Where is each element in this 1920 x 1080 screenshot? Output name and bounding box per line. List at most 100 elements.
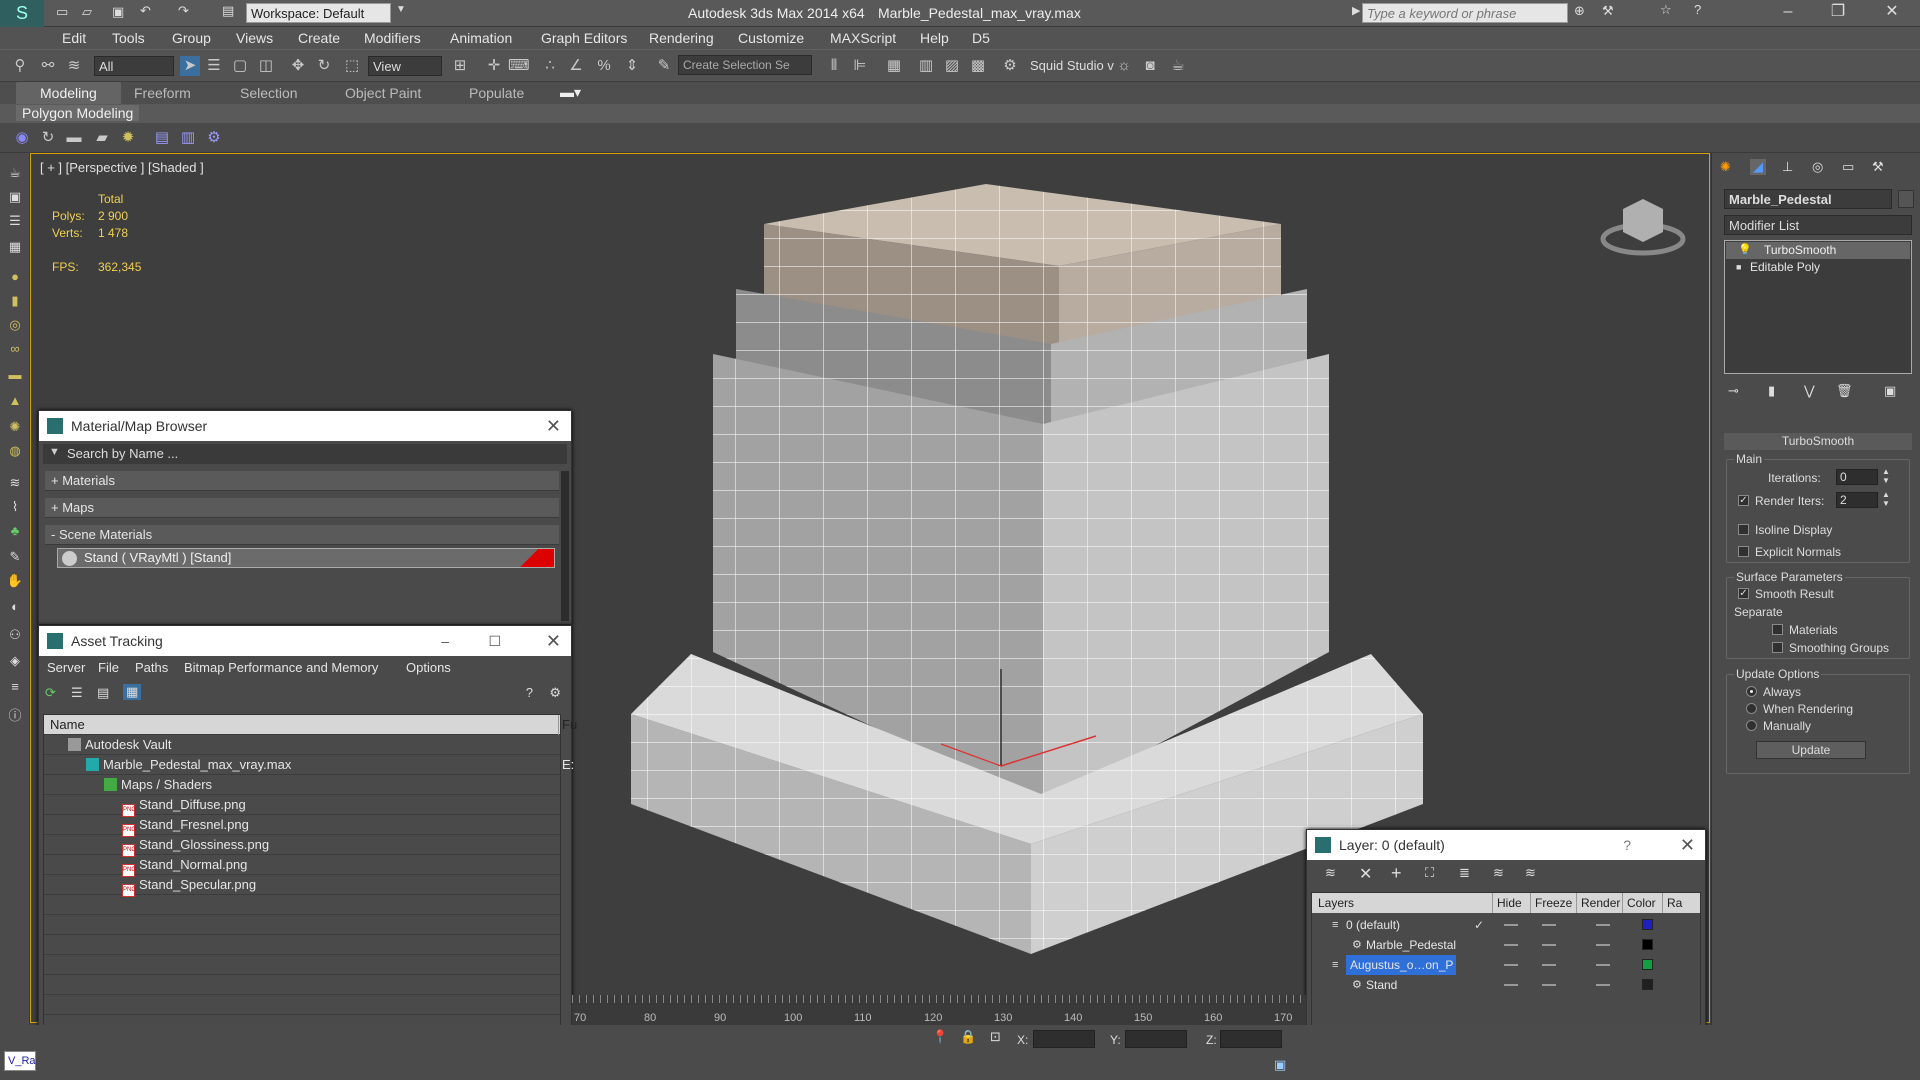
asset-row[interactable]: Autodesk Vault [44, 735, 560, 755]
magnet-icon[interactable]: ◐ [6, 599, 24, 617]
asset-help-icon[interactable]: ? [526, 685, 533, 700]
asset-thumbnail-icon[interactable]: ▤ [97, 685, 109, 701]
freeze-toggle[interactable] [1542, 964, 1556, 966]
hierarchy-tab-icon[interactable]: ⊥ [1782, 159, 1793, 175]
layer-row[interactable]: ⚙ Stand [1316, 975, 1696, 995]
curve-editor-icon[interactable]: ▨ [942, 56, 962, 76]
rect-selection-icon[interactable]: ▢ [230, 56, 250, 76]
script-icon[interactable]: ◈ [6, 653, 24, 671]
selection-filter-select[interactable]: All [94, 56, 174, 76]
col-freeze[interactable]: Freeze [1530, 893, 1572, 913]
asset-row[interactable]: Maps / Shaders [44, 775, 560, 795]
tab-selection[interactable]: Selection [240, 85, 298, 101]
render-iters-spinner[interactable]: 2 [1836, 492, 1878, 508]
asset-row[interactable]: Marble_Pedestal_max_vray.max E: [44, 755, 574, 775]
scene-material-item[interactable]: Stand ( VRayMtl ) [Stand] [57, 548, 555, 568]
schematic-view-icon[interactable]: ▩ [968, 56, 988, 76]
active-layer-check-icon[interactable]: ✓ [1474, 915, 1484, 935]
layer-help-button[interactable]: ? [1623, 830, 1631, 860]
snap-icon[interactable]: ∴ [540, 56, 560, 76]
layer-row[interactable]: ≡ 0 (default) ✓ [1316, 915, 1696, 935]
chevron-down-icon[interactable]: ▼ [396, 4, 406, 15]
menu-file[interactable]: File [98, 660, 119, 675]
make-unique-icon[interactable]: ⋁ [1804, 383, 1815, 399]
hand-icon[interactable]: ✋ [6, 573, 24, 591]
ribbon-options-icon[interactable]: ▬▾ [560, 84, 581, 101]
align-icon[interactable]: ⊫ [850, 56, 870, 76]
modifier-turbosmooth[interactable]: 💡 TurboSmooth [1726, 242, 1910, 259]
sun-icon[interactable]: ✺ [6, 419, 24, 437]
minimize-button[interactable]: – [1768, 0, 1808, 26]
window-crossing-icon[interactable]: ◫ [256, 56, 276, 76]
info-icon[interactable]: ⓘ [6, 705, 24, 723]
spinner-arrows-icon[interactable]: ▲ ▼ [1882, 467, 1890, 485]
scene-materials-section[interactable]: - Scene Materials [45, 525, 559, 545]
menu-rendering[interactable]: Rendering [649, 30, 714, 46]
menu-options[interactable]: Options [406, 660, 451, 675]
asset-row[interactable]: PNG Stand_Diffuse.png [44, 795, 560, 817]
tab-object-paint[interactable]: Object Paint [345, 85, 421, 101]
modifier-editable-poly[interactable]: ■ Editable Poly [1726, 259, 1910, 276]
knot-icon[interactable]: ∞ [6, 341, 24, 359]
smoothing-groups-checkbox[interactable] [1772, 642, 1783, 653]
pin-stack-icon[interactable]: ⊸ [1728, 383, 1739, 399]
col-name[interactable]: Name [50, 715, 85, 735]
freeze-toggle[interactable] [1542, 944, 1556, 946]
settings-gear-icon[interactable]: ⚙ [204, 128, 224, 148]
edit-named-sets-icon[interactable]: ✎ [654, 56, 674, 76]
configure-modifier-icon[interactable]: ▣ [1884, 383, 1896, 399]
render-toggle[interactable] [1596, 924, 1610, 926]
grid-icon[interactable]: ▦ [6, 239, 24, 257]
material-browser-close-icon[interactable]: ✕ [546, 411, 561, 441]
sphere-icon[interactable]: ● [6, 269, 24, 287]
render-icon[interactable]: ☕ [1168, 56, 1188, 76]
menu-help[interactable]: Help [920, 30, 949, 46]
hide-all-icon[interactable]: ≋ [1493, 865, 1504, 881]
scale-icon[interactable]: ⬚ [342, 56, 362, 76]
render-toggle[interactable] [1596, 984, 1610, 986]
menu-edit[interactable]: Edit [62, 30, 86, 46]
help-icon[interactable]: ? [1694, 2, 1701, 17]
move-icon[interactable]: ✥ [288, 56, 308, 76]
col-radiosity[interactable]: Ra [1662, 893, 1682, 913]
hide-toggle[interactable] [1504, 944, 1518, 946]
redo-icon[interactable]: ↷ [178, 3, 189, 19]
modify-tab-icon[interactable]: ◢ [1750, 159, 1766, 175]
squid-studio-label[interactable]: Squid Studio v [1030, 58, 1114, 73]
camera-icon[interactable]: ▬ [64, 128, 84, 148]
menu-server[interactable]: Server [47, 660, 85, 675]
freeze-all-icon[interactable]: ≋ [1525, 865, 1536, 881]
percent-snap-icon[interactable]: % [594, 56, 614, 76]
app-logo-icon[interactable]: S [0, 0, 44, 27]
expand-icon[interactable]: ■ [1736, 259, 1741, 276]
render-toggle[interactable] [1596, 944, 1610, 946]
select-object-icon[interactable]: ➤ [180, 56, 200, 76]
viewport-label[interactable]: [ + ] [Perspective ] [Shaded ] [40, 160, 204, 175]
col-full-path[interactable]: Fu [558, 715, 577, 735]
update-button[interactable]: Update [1756, 741, 1866, 759]
bind-warp-icon[interactable]: ≋ [64, 56, 84, 76]
spinner-arrows-icon[interactable]: ▲ ▼ [1882, 490, 1890, 508]
material-icon[interactable]: ▤ [152, 128, 172, 148]
open-file-icon[interactable]: ▱ [82, 4, 92, 20]
cylinder-icon[interactable]: ▮ [6, 293, 24, 311]
menu-create[interactable]: Create [298, 30, 340, 46]
render-toggle[interactable] [1596, 964, 1610, 966]
hide-toggle[interactable] [1504, 924, 1518, 926]
material-browser-scrollbar[interactable] [561, 471, 569, 621]
cone-icon[interactable]: ▲ [6, 393, 24, 411]
object-color-swatch[interactable] [1898, 190, 1914, 208]
menu-graph-editors[interactable]: Graph Editors [541, 30, 627, 46]
iterations-spinner[interactable]: 0 [1836, 469, 1878, 485]
asset-maximize-button[interactable]: ☐ [488, 626, 501, 656]
isoline-checkbox[interactable] [1738, 524, 1749, 535]
menu-bitmap-performance[interactable]: Bitmap Performance and Memory [184, 660, 378, 675]
col-color[interactable]: Color [1622, 893, 1656, 913]
asset-row[interactable]: PNG Stand_Normal.png [44, 855, 560, 877]
menu-tools[interactable]: Tools [112, 30, 145, 46]
close-button[interactable]: ✕ [1872, 0, 1912, 26]
select-mode-icon[interactable]: ◉ [12, 128, 32, 148]
add-to-layer-icon[interactable]: + [1391, 863, 1402, 884]
teapot-icon[interactable]: ☕ [6, 165, 24, 183]
link-icon[interactable]: ⚲ [10, 56, 30, 76]
